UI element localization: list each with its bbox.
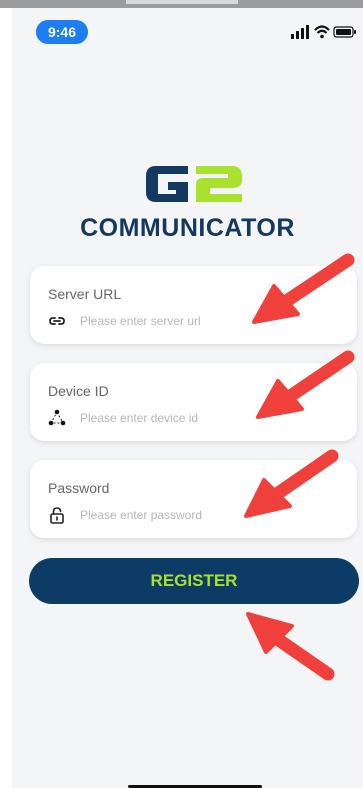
link-icon: [49, 317, 65, 325]
cellular-signal-icon: [291, 25, 309, 39]
device-frame-left: [0, 8, 12, 788]
g2-logo-mark: [146, 166, 242, 202]
password-label: Password: [48, 480, 110, 496]
status-icons: [291, 25, 356, 39]
status-bar: 9:46: [12, 8, 363, 52]
register-button[interactable]: REGISTER: [29, 558, 359, 604]
arrow-to-password: [244, 449, 339, 518]
arrow-to-server-url: [252, 253, 355, 324]
device-frame-top: [0, 0, 363, 8]
app-logo: COMMUNICATOR: [12, 160, 363, 250]
wifi-icon: [314, 25, 330, 39]
lock-icon: [50, 507, 64, 524]
server-url-label: Server URL: [48, 286, 122, 302]
status-time: 9:46: [36, 20, 88, 44]
logo-wordmark: COMMUNICATOR: [80, 214, 295, 242]
arrow-to-device-id: [256, 350, 355, 419]
share-nodes-icon: [48, 409, 66, 426]
device-notch: [126, 0, 238, 4]
arrow-to-register: [246, 612, 335, 681]
battery-icon: [333, 26, 356, 38]
device-id-label: Device ID: [48, 383, 109, 399]
